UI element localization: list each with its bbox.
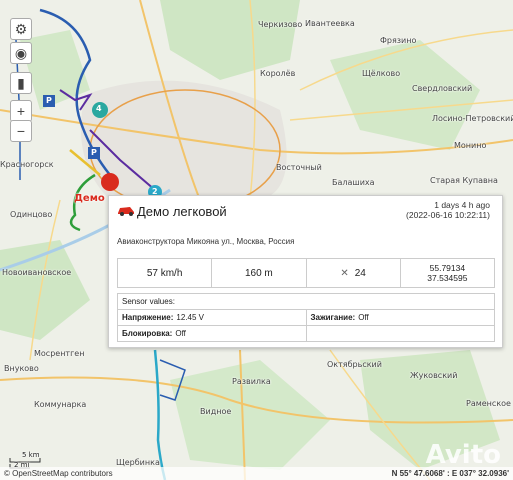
map-label: Щербинка [116, 458, 160, 467]
map-label: Ивантеевка [305, 19, 355, 28]
sensor-label: Блокировка: [122, 329, 173, 338]
vehicle-name: Демо легковой [137, 204, 227, 219]
scale-km: 5 km [22, 451, 40, 459]
map-label: Монино [454, 141, 487, 150]
sensor-value: 12.45 V [176, 313, 204, 322]
speed: 57 km/h [118, 259, 213, 287]
vehicle-popup: Демо легковой 1 days 4 h ago (2022-06-16… [108, 195, 503, 348]
car-icon [118, 207, 134, 216]
last-update: 1 days 4 h ago (2022-06-16 10:22:11) [406, 200, 490, 220]
map-label: Раменское [466, 399, 511, 408]
map-label: Королёв [260, 69, 296, 78]
last-update-timestamp: (2022-06-16 10:22:11) [406, 210, 490, 220]
map-label: Красногорск [0, 160, 54, 169]
map-label: Фрязино [380, 36, 417, 45]
map-label: Одинцово [10, 210, 53, 219]
last-update-relative: 1 days 4 h ago [434, 200, 490, 210]
map-label: Свердловский [412, 84, 473, 93]
sensors-table: Sensor values: Напряжение: 12.45 V Зажига… [117, 293, 495, 342]
satellites-count: 24 [354, 267, 366, 279]
map-label: Восточный [276, 163, 322, 172]
stats-row: 57 km/h 160 m ✕ 24 55.79134 37.534595 [117, 258, 495, 288]
satellites: ✕ 24 [307, 259, 401, 287]
sensor-row: Напряжение: 12.45 V Зажигание: Off [118, 309, 494, 325]
map-label: Коммунарка [34, 400, 87, 409]
latitude: 55.79134 [429, 263, 466, 273]
sensor-label: Напряжение: [122, 313, 174, 322]
map-label: Черкизово [258, 20, 303, 29]
map-footer: © OpenStreetMap contributors N 55° 47.60… [0, 467, 513, 480]
watermark: Avito [425, 440, 501, 470]
zoom-out-button[interactable]: − [10, 120, 32, 142]
sensors-header: Sensor values: [122, 297, 175, 306]
map-label: Жуковский [410, 371, 458, 380]
zoom-in-button[interactable]: + [10, 100, 32, 122]
map-label: Новоивановское [2, 268, 72, 277]
altitude: 160 m [212, 259, 307, 287]
map-label: Балашиха [332, 178, 375, 187]
sensor-value: Off [175, 329, 186, 338]
cursor-coordinates: N 55° 47.6068' : E 037° 32.0936' [391, 469, 509, 478]
map-label: Мосрентген [34, 349, 85, 358]
parking-marker[interactable]: P [46, 96, 52, 105]
cluster-count-4[interactable]: 4 [96, 104, 102, 113]
sensor-row: Блокировка: Off [118, 325, 494, 341]
parking-marker[interactable]: P [91, 148, 97, 157]
gear-icon[interactable]: ⚙ [10, 18, 32, 40]
attribution-link[interactable]: © OpenStreetMap contributors [4, 469, 113, 478]
layers-icon[interactable]: ▮ [10, 72, 32, 94]
map-label: Внуково [4, 364, 39, 373]
map-label: Развилка [232, 377, 271, 386]
address: Авиаконструктора Микояна ул., Москва, Ро… [117, 237, 295, 246]
map-label: Старая Купавна [430, 176, 498, 185]
sensor-value: Off [358, 313, 369, 322]
satellite-icon: ✕ [340, 267, 349, 279]
eye-icon[interactable]: ◉ [10, 42, 32, 64]
map-label: Видное [200, 407, 232, 416]
map-label: Щёлково [362, 69, 401, 78]
coordinates: 55.79134 37.534595 [401, 259, 494, 287]
longitude: 37.534595 [427, 273, 468, 283]
sensor-label: Зажигание: [310, 313, 356, 322]
map-label: Лосино-Петровский [432, 114, 513, 123]
map-label: Октябрьский [327, 360, 382, 369]
vehicle-marker [101, 173, 119, 191]
